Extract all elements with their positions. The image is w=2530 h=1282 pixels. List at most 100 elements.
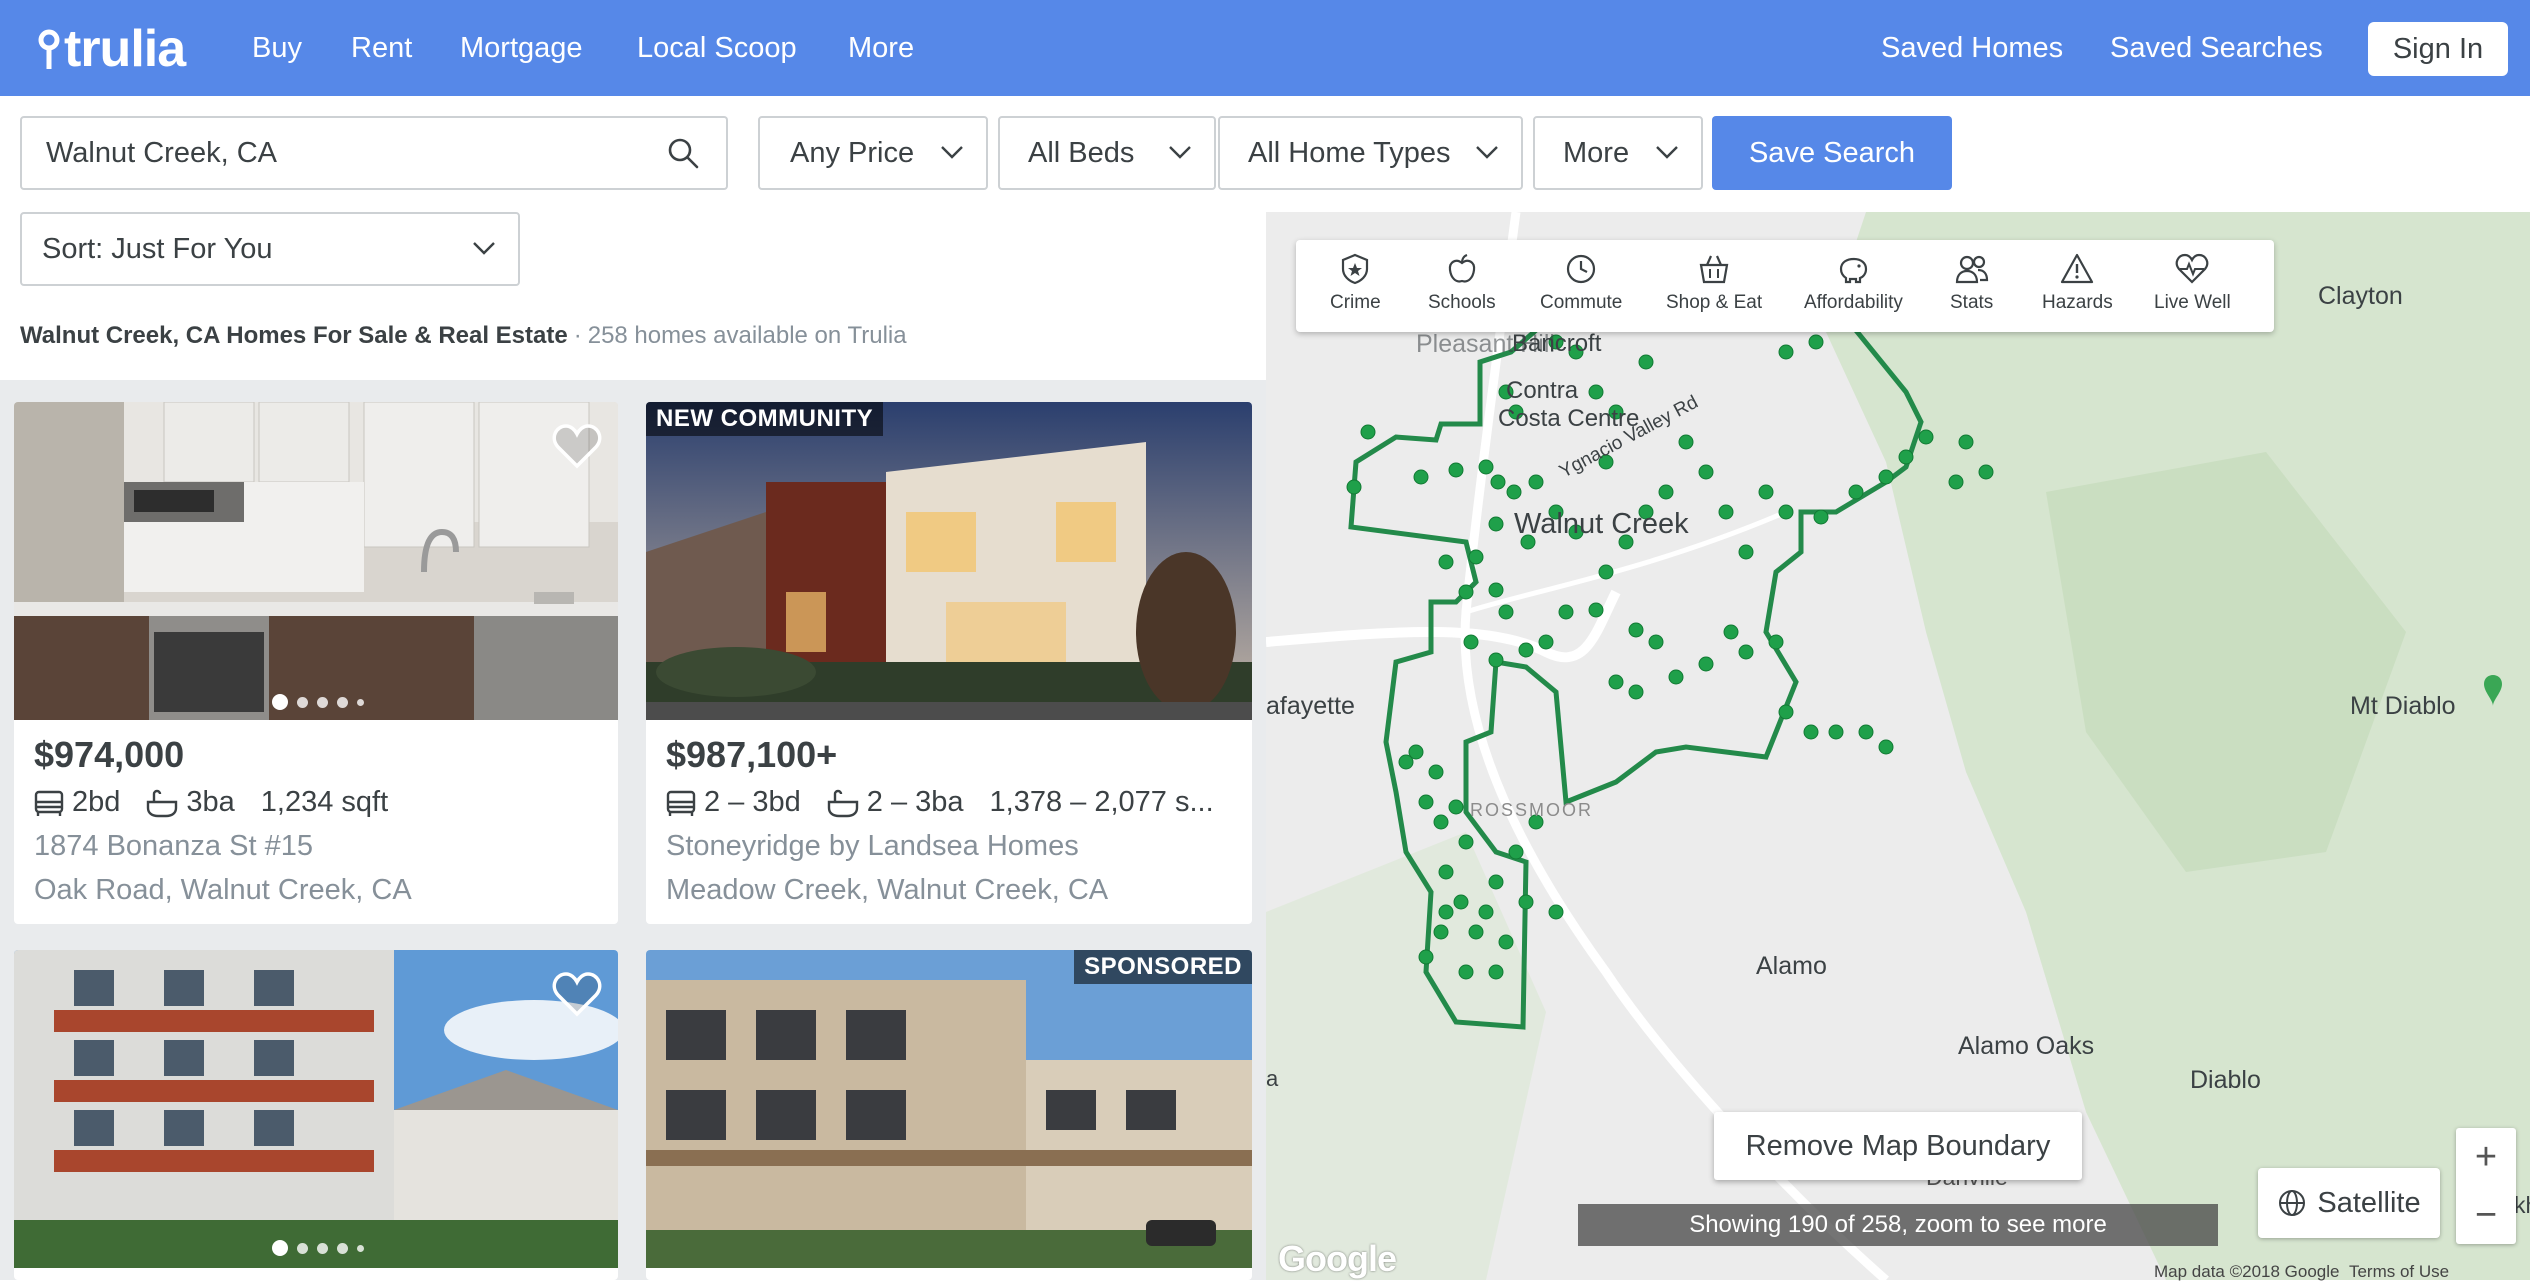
zoom-controls: + − [2456,1128,2516,1244]
layer-schools-label: Schools [1428,292,1496,313]
layer-commute[interactable]: Commute [1540,252,1622,314]
basket-icon [1699,255,1729,284]
saved-searches-link[interactable]: Saved Searches [2110,30,2323,66]
terms-of-use-link[interactable]: Terms of Use [2349,1262,2449,1281]
results-separator: · [573,322,582,349]
top-nav: trulia Buy Rent Mortgage Local Scoop Mor… [0,0,2530,96]
map-data-text: Map data ©2018 Google [2154,1262,2340,1281]
carousel-dot[interactable] [297,1242,308,1254]
layer-shop-eat[interactable]: Shop & Eat [1666,252,1762,314]
results-heading: Walnut Creek, CA Homes For Sale & Real E… [20,322,907,350]
zoom-out-button[interactable]: − [2456,1186,2516,1244]
price-dropdown[interactable]: Any Price [758,116,988,190]
layer-hazards[interactable]: Hazards [2042,252,2113,314]
carousel-dot[interactable] [317,1242,328,1254]
carousel-dot[interactable] [272,1240,288,1256]
listing-card[interactable]: SPONSORED [646,950,1252,1280]
search-button[interactable] [640,116,728,190]
layer-stats[interactable]: Stats [1950,252,1993,314]
sign-in-button[interactable]: Sign In [2368,22,2508,76]
google-logo[interactable]: Google [1278,1238,1397,1280]
people-icon [1955,255,1988,284]
layer-live-well[interactable]: Live Well [2154,252,2231,314]
listing-sqft: 1,234 sqft [260,786,389,818]
home-types-dropdown-label: All Home Types [1248,136,1451,169]
search-input[interactable]: Walnut Creek, CA [20,116,642,190]
bed-icon [666,790,696,816]
nav-buy[interactable]: Buy [252,30,302,66]
results-count: 258 homes available on Trulia [587,322,907,349]
satellite-label: Satellite [2317,1186,2421,1219]
bath-icon [147,789,178,817]
map-label-edge-kh: kh [2514,1192,2530,1218]
listing-card[interactable]: NEW COMMUNITY $987,100+ 2 – 3bd 2 – 3ba … [646,402,1252,924]
map-label-alamo-oaks: Alamo Oaks [1958,1032,2095,1060]
globe-icon [2279,1190,2306,1216]
listing-photo[interactable] [646,402,1252,720]
listing-location: Oak Road, Walnut Creek, CA [34,874,412,906]
listing-price: $974,000 [34,734,185,775]
listing-beds: 2 – 3bd [704,786,801,818]
trulia-logo[interactable]: trulia [38,23,186,75]
saved-homes-link[interactable]: Saved Homes [1881,30,2063,66]
heart-icon[interactable] [552,972,602,1018]
carousel-dot[interactable] [357,698,364,706]
carousel-dot[interactable] [337,1242,348,1254]
listing-address[interactable]: 1874 Bonanza St #15 [34,830,313,863]
nav-more[interactable]: More [848,30,914,66]
home-types-dropdown[interactable]: All Home Types [1218,116,1523,190]
listing-baths: 3ba [186,786,235,818]
carousel-dot[interactable] [297,696,308,708]
piggy-bank-icon [1840,257,1868,284]
chevron-down-icon [1656,146,1678,159]
apple-icon [1448,253,1475,283]
listing-photo[interactable] [14,402,618,720]
map-label-diablo: Diablo [2190,1066,2261,1094]
photo-carousel-dots[interactable] [272,1240,364,1256]
layer-crime[interactable]: Crime [1330,252,1381,314]
nav-mortgage[interactable]: Mortgage [460,30,583,66]
carousel-dot[interactable] [357,1244,364,1252]
layer-affordability-label: Affordability [1804,292,1903,313]
nav-rent[interactable]: Rent [351,30,412,66]
map-attribution: Map data ©2018 Google Terms of Use [2154,1262,2449,1282]
search-icon [668,138,699,169]
beds-dropdown[interactable]: All Beds [998,116,1216,190]
warning-icon [2061,253,2094,284]
nav-local-scoop[interactable]: Local Scoop [637,30,797,66]
search-input-value: Walnut Creek, CA [46,136,277,169]
listing-location: Meadow Creek, Walnut Creek, CA [666,874,1109,906]
listing-photo[interactable] [646,950,1252,1268]
map-label-walnut-creek: Walnut Creek [1514,508,1689,540]
save-search-button[interactable]: Save Search [1712,116,1952,190]
sort-dropdown[interactable]: Sort: Just For You [20,212,520,286]
listing-address[interactable]: Stoneyridge by Landsea Homes [666,830,1079,863]
remove-map-boundary-button[interactable]: Remove Map Boundary [1714,1112,2082,1180]
listing-price: $987,100+ [666,734,838,775]
carousel-dot[interactable] [337,696,348,708]
chevron-down-icon [1169,146,1191,159]
listing-specs: 2bd 3ba 1,234 sqft [34,786,388,819]
photo-carousel-dots[interactable] [272,694,364,710]
price-dropdown-label: Any Price [790,136,915,169]
carousel-dot[interactable] [317,696,328,708]
listing-photo[interactable] [14,950,618,1268]
listing-card[interactable] [14,950,618,1280]
chevron-down-icon [941,146,963,159]
carousel-dot[interactable] [272,694,288,710]
sort-dropdown-label: Sort: Just For You [42,232,273,265]
map-layer-toolbar: Crime Schools Commute Shop & Eat Afforda… [1296,240,2274,332]
badge-icon [1342,253,1369,285]
satellite-toggle[interactable]: Satellite [2258,1168,2440,1238]
sponsored-badge: SPONSORED [1074,950,1252,984]
heart-icon[interactable] [552,424,602,470]
more-filters-dropdown[interactable]: More [1533,116,1703,190]
layer-schools[interactable]: Schools [1428,252,1496,314]
zoom-in-button[interactable]: + [2456,1128,2516,1186]
clock-icon [1567,254,1596,284]
chevron-down-icon [473,242,495,255]
bath-icon [827,789,858,817]
listing-card[interactable]: $974,000 2bd 3ba 1,234 sqft 1874 Bonanza… [14,402,618,924]
layer-affordability[interactable]: Affordability [1804,252,1903,314]
layer-crime-label: Crime [1330,292,1381,313]
